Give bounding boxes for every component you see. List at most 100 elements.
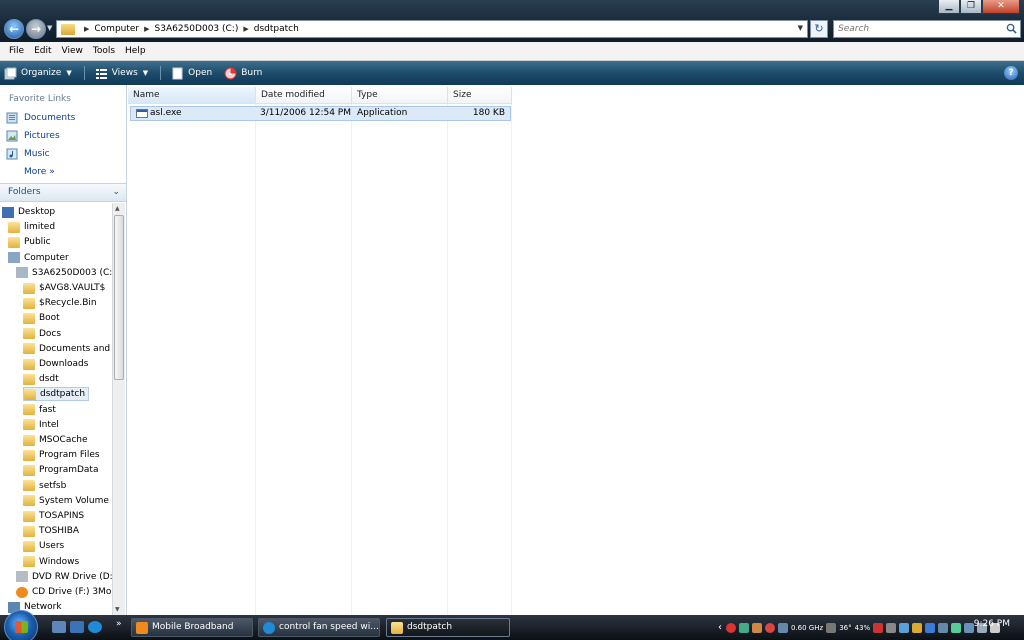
- security-icon[interactable]: [726, 622, 736, 633]
- folder-tree-item[interactable]: Intel: [23, 418, 59, 432]
- folder-tree-item[interactable]: dsdt: [23, 372, 59, 386]
- taskbar-item-dsdtpatch[interactable]: dsdtpatch: [386, 618, 510, 637]
- wireless-icon[interactable]: [964, 622, 975, 633]
- menu-file[interactable]: File: [4, 46, 29, 56]
- taskbar-item-browser[interactable]: control fan speed wi...: [258, 618, 380, 637]
- folder-tree-item[interactable]: $Recycle.Bin: [23, 296, 97, 310]
- folder-tree-item[interactable]: Desktop: [2, 205, 55, 219]
- show-hidden-icons-icon[interactable]: ‹: [718, 622, 722, 633]
- search-icon[interactable]: [1006, 23, 1017, 34]
- folder-tree-item[interactable]: dsdtpatch: [23, 387, 90, 402]
- menu-edit[interactable]: Edit: [29, 46, 56, 56]
- folder-tree-item[interactable]: Computer: [8, 251, 69, 265]
- folder-tree-item[interactable]: S3A6250D003 (C:): [16, 266, 112, 280]
- folder-tree-item[interactable]: fast: [23, 403, 56, 417]
- folder-tree-item[interactable]: setfsb: [23, 479, 66, 493]
- folder-tree-item[interactable]: Windows: [23, 555, 79, 569]
- breadcrumb-current-folder[interactable]: dsdtpatch: [254, 24, 299, 34]
- folder-icon: [391, 622, 403, 634]
- clock[interactable]: 9:26 PM: [974, 619, 1010, 629]
- show-desktop-icon[interactable]: [52, 621, 66, 633]
- app-tray-icon[interactable]: [912, 622, 923, 633]
- breadcrumb-computer[interactable]: Computer: [94, 24, 139, 34]
- breadcrumb-arrow-icon[interactable]: ▶: [243, 25, 248, 33]
- scroll-up-icon[interactable]: ▲: [115, 205, 120, 212]
- task-label: Mobile Broadband: [152, 622, 234, 632]
- folder-tree-item[interactable]: Docs: [23, 327, 61, 341]
- close-button[interactable]: ✕: [982, 0, 1020, 14]
- app-tray-icon[interactable]: [951, 622, 962, 633]
- folder-tree-item[interactable]: Users: [23, 539, 64, 553]
- scroll-down-icon[interactable]: ▼: [115, 606, 120, 613]
- internet-explorer-icon[interactable]: [88, 621, 102, 633]
- app-tray-icon[interactable]: [778, 622, 788, 633]
- forward-button[interactable]: →: [26, 19, 46, 39]
- search-input[interactable]: [834, 21, 999, 37]
- scrollbar-thumb[interactable]: [114, 215, 124, 380]
- address-dropdown-icon[interactable]: ▼: [798, 24, 803, 32]
- address-bar[interactable]: ▶ Computer ▶ S3A6250D003 (C:) ▶ dsdtpatc…: [56, 20, 808, 38]
- folder-tree-item[interactable]: TOSAPINS: [23, 509, 84, 523]
- app-tray-icon[interactable]: [886, 622, 897, 633]
- app-tray-icon[interactable]: [873, 622, 884, 633]
- quick-launch-overflow-icon[interactable]: »: [116, 619, 122, 629]
- more-links[interactable]: More »: [24, 167, 55, 177]
- minimize-button[interactable]: ▁: [938, 0, 960, 14]
- app-tray-icon[interactable]: [752, 622, 762, 633]
- file-row[interactable]: asl.exe 3/11/2006 12:54 PM Application 1…: [130, 106, 511, 121]
- folder-tree-label: $AVG8.VAULT$: [39, 283, 106, 293]
- column-header-type[interactable]: Type: [352, 87, 448, 104]
- network-icon[interactable]: [739, 622, 749, 633]
- back-button[interactable]: ←: [4, 19, 24, 39]
- chevron-down-icon: ▼: [142, 69, 149, 77]
- folder-tree-item[interactable]: MSOCache: [23, 433, 88, 447]
- column-header-date-modified[interactable]: Date modified: [256, 87, 352, 104]
- breadcrumb-arrow-icon[interactable]: ▶: [144, 25, 149, 33]
- folder-tree-item[interactable]: Program Files: [23, 448, 100, 462]
- menu-help[interactable]: Help: [120, 46, 151, 56]
- folder-tree-item[interactable]: System Volume I: [23, 494, 112, 508]
- refresh-button[interactable]: ↻: [810, 20, 828, 38]
- views-button[interactable]: Views ▼: [95, 67, 148, 80]
- folders-header[interactable]: Folders ⌄: [0, 183, 126, 202]
- start-button[interactable]: [4, 610, 38, 640]
- taskbar-item-mobile-broadband[interactable]: Mobile Broadband: [131, 618, 253, 637]
- folder-tree-item[interactable]: limited: [8, 220, 55, 234]
- folder-tree-item[interactable]: CD Drive (F:) 3Mob: [16, 585, 112, 599]
- folder-tree-item[interactable]: Public: [8, 235, 51, 249]
- file-type: Application: [357, 108, 408, 118]
- organize-button[interactable]: Organize ▼: [4, 67, 72, 80]
- breadcrumb-drive[interactable]: S3A6250D003 (C:): [155, 24, 239, 34]
- folder-tree-item[interactable]: Documents and: [23, 342, 110, 356]
- folder-tree-scrollbar[interactable]: ▲ ▼: [112, 203, 125, 615]
- favorite-music[interactable]: Music: [6, 148, 50, 160]
- folder-tree-item[interactable]: DVD RW Drive (D:): [16, 570, 112, 584]
- alert-icon[interactable]: [765, 622, 775, 633]
- recent-pages-dropdown[interactable]: ▼: [47, 24, 52, 32]
- favorite-pictures[interactable]: Pictures: [6, 130, 60, 142]
- folder-tree-item[interactable]: Boot: [23, 311, 60, 325]
- toolbar-separator: [160, 66, 162, 80]
- menu-view[interactable]: View: [57, 46, 88, 56]
- folder-tree-item[interactable]: TOSHIBA: [23, 524, 79, 538]
- breadcrumb-arrow-icon[interactable]: ▶: [84, 25, 89, 33]
- folder-icon: [23, 449, 35, 461]
- cpu-meter-icon[interactable]: [826, 622, 837, 633]
- folder-tree-item[interactable]: $AVG8.VAULT$: [23, 281, 105, 295]
- app-tray-icon[interactable]: [899, 622, 910, 633]
- folder-tree-item[interactable]: ProgramData: [23, 463, 98, 477]
- column-header-name[interactable]: Name: [128, 87, 256, 104]
- app-tray-icon[interactable]: [925, 622, 936, 633]
- menu-tools[interactable]: Tools: [88, 46, 120, 56]
- favorite-documents[interactable]: Documents: [6, 112, 75, 124]
- burn-button[interactable]: Burn: [224, 67, 262, 80]
- open-button[interactable]: Open: [171, 67, 212, 80]
- switch-windows-icon[interactable]: [70, 621, 84, 633]
- app-tray-icon[interactable]: [938, 622, 949, 633]
- search-box[interactable]: [833, 20, 1021, 38]
- folder-tree-item[interactable]: Downloads: [23, 357, 88, 371]
- chevron-down-icon[interactable]: ⌄: [112, 184, 120, 201]
- help-button[interactable]: ?: [1004, 66, 1018, 80]
- maximize-button[interactable]: ❐: [960, 0, 982, 14]
- column-header-size[interactable]: Size: [448, 87, 512, 104]
